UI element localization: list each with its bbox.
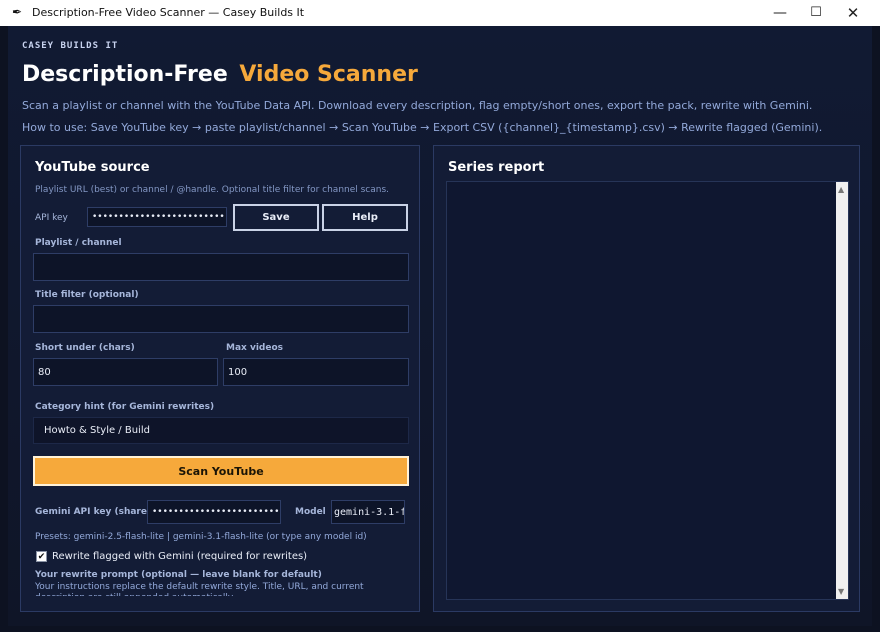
page-title: Description-Free Video Scanner — [22, 62, 418, 87]
model-input[interactable]: gemini-3.1-f — [331, 500, 405, 524]
close-icon[interactable]: ✕ — [836, 0, 870, 26]
minimize-icon[interactable]: — — [763, 0, 797, 26]
short-under-input[interactable]: 80 — [33, 358, 218, 386]
howto-text: How to use: Save YouTube key → paste pla… — [22, 121, 823, 134]
model-label: Model — [295, 507, 326, 517]
rewrite-prompt-label: Your rewrite prompt (optional — leave bl… — [35, 570, 322, 580]
scroll-up-icon[interactable]: ▲ — [838, 185, 844, 194]
rewrite-prompt-hint: Your instructions replace the default re… — [35, 582, 364, 596]
max-videos-input[interactable]: 100 — [223, 358, 409, 386]
brand-label: CASEY BUILDS IT — [22, 41, 119, 51]
category-hint-input[interactable]: Howto & Style / Build — [33, 417, 409, 444]
rewrite-checkbox[interactable]: ✔ — [36, 551, 47, 562]
gemini-key-input[interactable]: •••••••••••••••••••••••••••• — [147, 500, 281, 524]
youtube-source-title: YouTube source — [35, 160, 150, 175]
maximize-icon[interactable]: ☐ — [799, 0, 833, 26]
playlist-label: Playlist / channel — [35, 238, 122, 248]
window-titlebar: ✒ Description-Free Video Scanner — Casey… — [0, 0, 880, 26]
youtube-source-panel: YouTube source Playlist URL (best) or ch… — [20, 145, 420, 612]
api-key-label: API key — [35, 213, 68, 223]
page-title-accent: Video Scanner — [239, 62, 418, 87]
gemini-key-label: Gemini API key (shared) — [35, 507, 158, 517]
rewrite-checkbox-label: Rewrite flagged with Gemini (required fo… — [52, 551, 308, 562]
report-scrollbar[interactable]: ▲ ▼ — [836, 182, 848, 599]
help-button[interactable]: Help — [322, 204, 408, 231]
playlist-input[interactable] — [33, 253, 409, 281]
feather-icon: ✒ — [12, 5, 23, 19]
title-filter-label: Title filter (optional) — [35, 290, 139, 300]
app-body: CASEY BUILDS IT Description-Free Video S… — [8, 26, 872, 626]
window-title: Description-Free Video Scanner — Casey B… — [32, 6, 305, 19]
save-button[interactable]: Save — [233, 204, 319, 231]
presets-text: Presets: gemini-2.5-flash-lite | gemini-… — [35, 532, 367, 542]
scan-youtube-button[interactable]: Scan YouTube — [33, 456, 409, 486]
title-filter-input[interactable] — [33, 305, 409, 333]
page-title-main: Description-Free — [22, 62, 228, 87]
api-key-input[interactable]: •••••••••••••••••••••••••••• — [87, 207, 227, 227]
category-label: Category hint (for Gemini rewrites) — [35, 402, 215, 412]
scroll-down-icon[interactable]: ▼ — [838, 587, 844, 596]
youtube-source-hint: Playlist URL (best) or channel / @handle… — [35, 185, 390, 195]
series-report-panel: Series report ▲ ▼ — [433, 145, 860, 612]
max-videos-label: Max videos — [226, 343, 284, 353]
series-report-textarea[interactable]: ▲ ▼ — [446, 181, 849, 600]
short-under-label: Short under (chars) — [35, 343, 135, 353]
series-report-title: Series report — [448, 160, 545, 175]
page-subtitle: Scan a playlist or channel with the YouT… — [22, 99, 813, 112]
